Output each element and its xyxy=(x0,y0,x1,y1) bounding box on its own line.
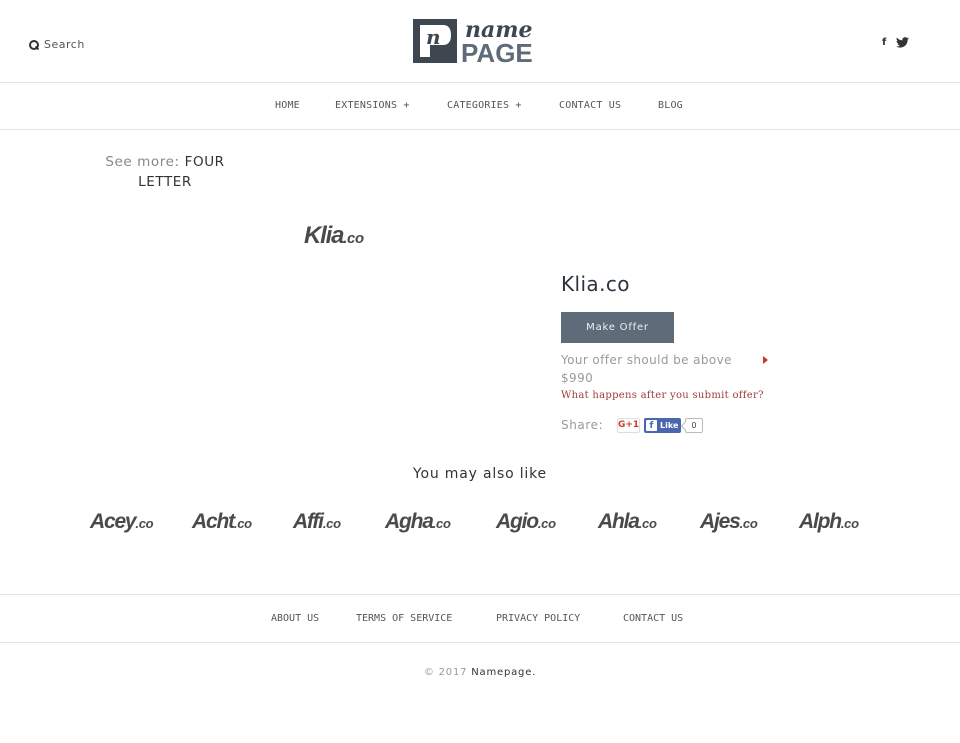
related-domain-item[interactable]: Acht.co xyxy=(192,510,252,534)
related-domain-tld: .co xyxy=(840,516,859,531)
site-header: Search n name PAGE f xyxy=(0,0,960,83)
footer-link-contact-us[interactable]: CONTACT US xyxy=(623,613,683,624)
related-domain-item[interactable]: Alph.co xyxy=(799,510,859,534)
related-title: You may also like xyxy=(413,466,547,482)
footer-link-about-us[interactable]: ABOUT US xyxy=(271,613,319,624)
related-domain-item[interactable]: Acey.co xyxy=(90,510,154,534)
related-domain-item[interactable]: Ahla.co xyxy=(598,510,657,534)
offer-help-link[interactable]: What happens after you submit offer? xyxy=(561,390,764,401)
related-domain-item[interactable]: Agio.co xyxy=(496,510,556,534)
related-domain-name: Agha xyxy=(385,510,434,533)
related-domain-tld: .co xyxy=(432,516,451,531)
footer-link-privacy[interactable]: PRIVACY POLICY xyxy=(496,613,580,624)
facebook-like-button[interactable]: f Like xyxy=(644,418,681,433)
related-domain-name: Acht xyxy=(192,510,235,533)
make-offer-button[interactable]: Make Offer xyxy=(561,312,674,343)
caret-right-icon[interactable] xyxy=(763,356,768,364)
nav-item-home[interactable]: HOME xyxy=(275,100,300,111)
domain-logo-tld: .co xyxy=(343,231,364,247)
facebook-like-count: 0 xyxy=(685,418,703,433)
logo-mark: n xyxy=(426,25,441,49)
related-domain-name: Ajes xyxy=(700,510,741,533)
related-domain-item[interactable]: Agha.co xyxy=(385,510,451,534)
offer-minimum-note: Your offer should be above $990 xyxy=(561,353,732,385)
related-domain-name: Affi xyxy=(293,510,324,533)
copyright-site-link[interactable]: Namepage. xyxy=(471,667,536,678)
related-domain-item[interactable]: Ajes.co xyxy=(700,510,758,534)
copyright: © 2017 Namepage. xyxy=(0,667,960,678)
related-domain-tld: .co xyxy=(135,516,154,531)
share-label: Share: xyxy=(561,418,604,432)
related-domain-name: Acey xyxy=(90,510,137,533)
related-domain-tld: .co xyxy=(537,516,556,531)
domain-logo-name: Klia xyxy=(304,222,344,249)
search-toggle[interactable]: Search xyxy=(29,38,85,51)
logo-text-page: PAGE xyxy=(461,38,533,64)
related-domain-name: Alph xyxy=(799,510,842,533)
facebook-icon: f xyxy=(646,420,657,431)
product-title: Klia.co xyxy=(561,272,630,296)
related-domain-item[interactable]: Affi.co xyxy=(293,510,341,534)
related-domain-tld: .co xyxy=(638,516,657,531)
facebook-like-label: Like xyxy=(660,421,679,430)
social-links: f xyxy=(882,37,910,48)
nav-item-categories[interactable]: CATEGORIES + xyxy=(447,100,522,111)
see-more: See more: FOUR LETTER xyxy=(95,152,235,192)
facebook-icon[interactable]: f xyxy=(882,37,886,48)
search-label: Search xyxy=(44,38,85,51)
site-logo[interactable]: n name PAGE xyxy=(413,18,549,64)
nav-item-blog[interactable]: BLOG xyxy=(658,100,683,111)
footer-nav: ABOUT US TERMS OF SERVICE PRIVACY POLICY… xyxy=(0,594,960,643)
related-domain-name: Agio xyxy=(496,510,539,533)
domain-logo-image: Klia.co xyxy=(304,222,364,250)
related-domain-tld: .co xyxy=(322,516,341,531)
related-domain-tld: .co xyxy=(739,516,758,531)
nav-item-contact-us[interactable]: CONTACT US xyxy=(559,100,621,111)
twitter-icon[interactable] xyxy=(896,37,910,48)
footer-link-terms[interactable]: TERMS OF SERVICE xyxy=(356,613,452,624)
related-domain-tld: .co xyxy=(233,516,252,531)
copyright-year: © 2017 xyxy=(423,667,468,678)
search-icon xyxy=(29,39,39,50)
see-more-prefix: See more: xyxy=(105,154,180,170)
related-domain-name: Ahla xyxy=(598,510,640,533)
nav-item-extensions[interactable]: EXTENSIONS + xyxy=(335,100,410,111)
google-plus-button[interactable]: G+1 xyxy=(617,418,640,433)
main-nav: HOME EXTENSIONS + CATEGORIES + CONTACT U… xyxy=(0,83,960,130)
